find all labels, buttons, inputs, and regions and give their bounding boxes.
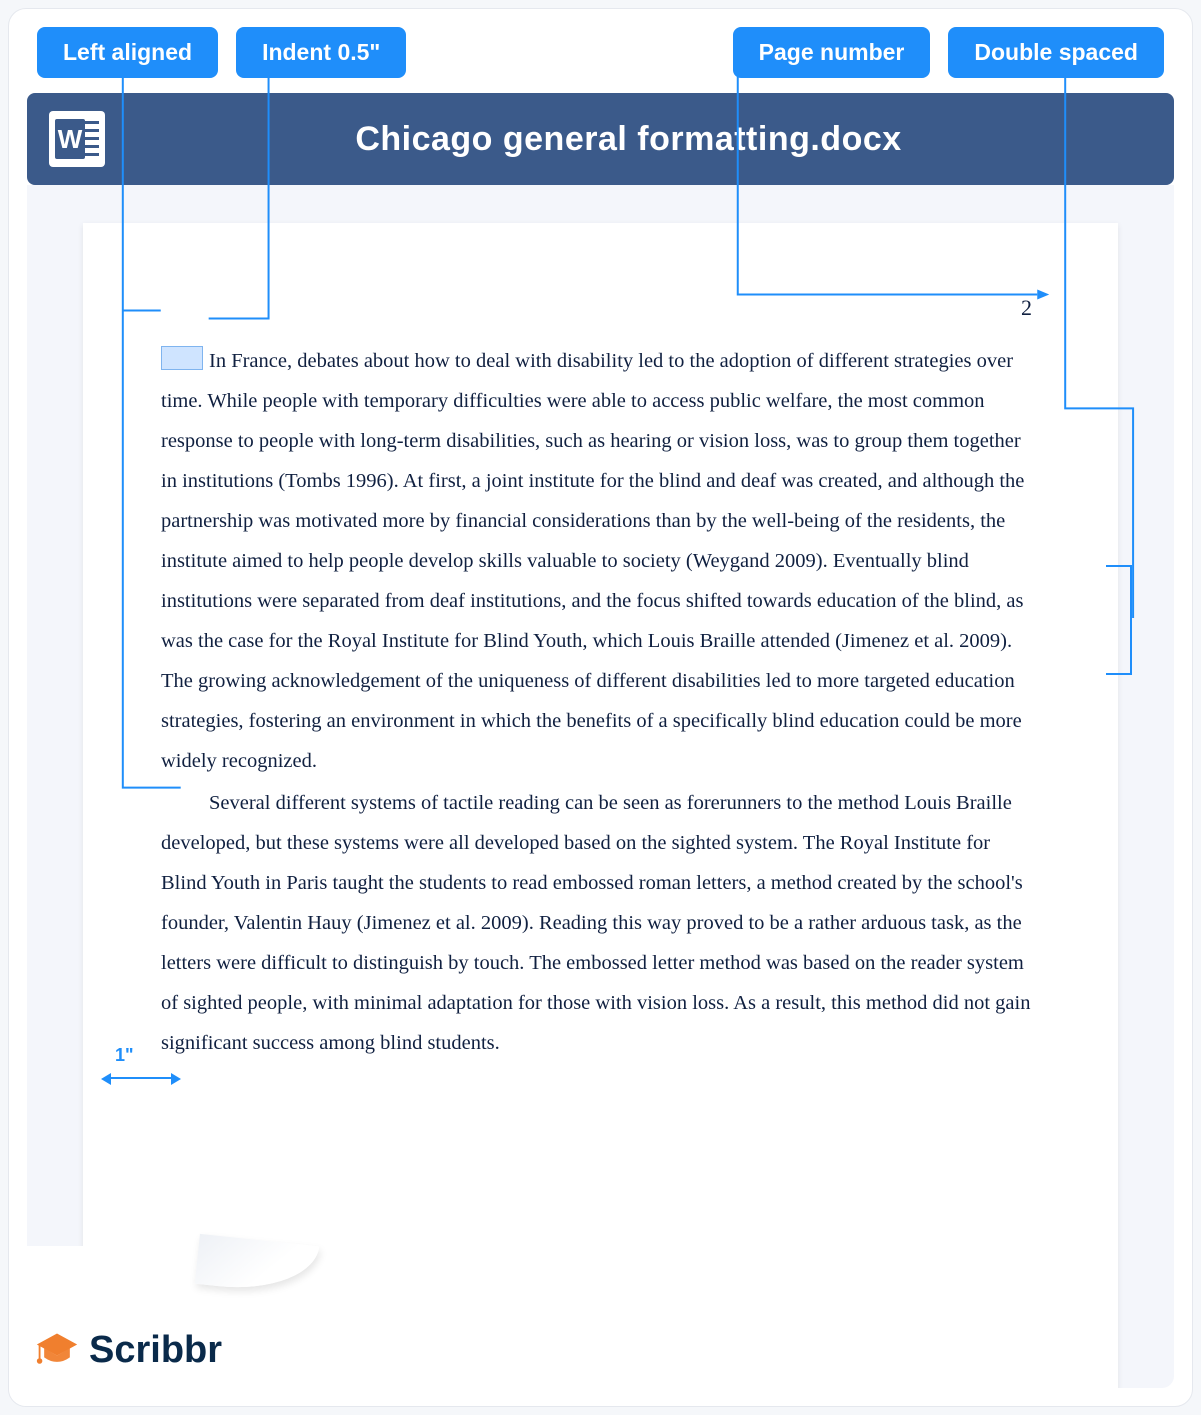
indent-highlight-icon <box>161 346 203 370</box>
callout-indent: Indent 0.5" <box>236 27 406 78</box>
titlebar: Chicago general formatting.docx <box>27 93 1174 185</box>
document-area: 2 In France, debates about how to deal w… <box>27 185 1174 1388</box>
margin-arrow-icon <box>103 1071 179 1085</box>
margin-one-inch-label: 1" <box>115 1045 134 1066</box>
brand-badge: Scribbr <box>9 1246 349 1406</box>
app-frame: Left aligned Indent 0.5" Page number Dou… <box>8 8 1193 1407</box>
document-filename: Chicago general formatting.docx <box>105 120 1152 159</box>
callout-row: Left aligned Indent 0.5" Page number Dou… <box>9 27 1192 78</box>
graduation-cap-icon <box>35 1328 79 1372</box>
paragraph-1-text: In France, debates about how to deal wit… <box>161 350 1024 772</box>
double-space-bracket-icon <box>1106 565 1132 675</box>
callout-left-aligned: Left aligned <box>37 27 218 78</box>
brand-name: Scribbr <box>89 1329 222 1372</box>
body-text: In France, debates about how to deal wit… <box>161 341 1040 1063</box>
page-number: 2 <box>1021 295 1032 321</box>
document-page: 2 In France, debates about how to deal w… <box>83 223 1118 1388</box>
callout-page-number: Page number <box>733 27 931 78</box>
word-icon <box>49 111 105 167</box>
paragraph-1: In France, debates about how to deal wit… <box>161 341 1040 781</box>
callout-double-spaced: Double spaced <box>948 27 1164 78</box>
paragraph-2: Several different systems of tactile rea… <box>161 783 1040 1063</box>
